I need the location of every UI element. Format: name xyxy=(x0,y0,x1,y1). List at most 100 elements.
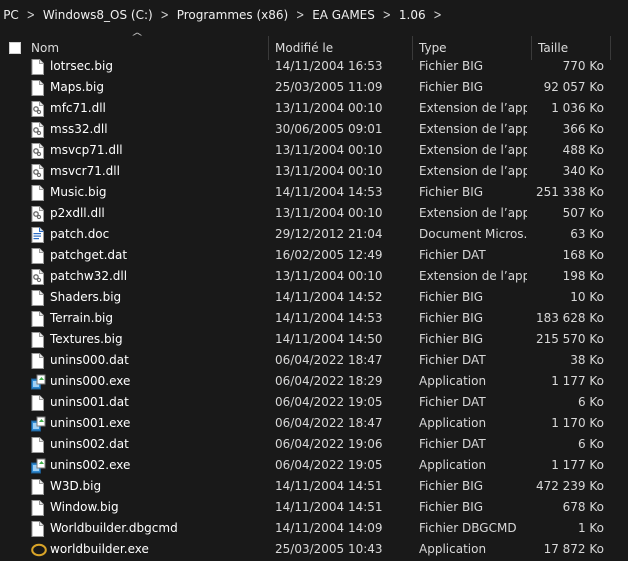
file-size: 10 Ko xyxy=(570,290,604,304)
file-icon xyxy=(31,332,44,348)
file-modified: 14/11/2004 14:51 xyxy=(275,479,383,493)
dll-icon xyxy=(31,143,44,159)
dll-icon xyxy=(31,122,44,138)
file-row[interactable]: unins000.exe 06/04/2022 18:29 Application 1… xyxy=(0,371,628,392)
file-row[interactable]: Terrain.big 14/11/2004 14:53 Fichier BIG 18… xyxy=(0,308,628,329)
file-row[interactable]: Maps.big 25/03/2005 11:09 Fichier BIG 92 05… xyxy=(0,77,628,98)
file-row[interactable]: unins002.exe 06/04/2022 19:05 Application 1… xyxy=(0,455,628,476)
file-icon xyxy=(31,437,44,453)
file-name: msvcr71.dll xyxy=(50,164,120,178)
file-row[interactable]: Shaders.big 14/11/2004 14:52 Fichier BIG 10… xyxy=(0,287,628,308)
select-all-checkbox[interactable] xyxy=(9,42,21,54)
file-type: Fichier DAT xyxy=(419,395,486,409)
file-size: 340 Ko xyxy=(562,164,604,178)
file-modified: 14/11/2004 14:52 xyxy=(275,290,383,304)
dll-icon xyxy=(31,101,44,117)
file-type: Application xyxy=(419,542,487,556)
file-row[interactable]: worldbuilder.exe 25/03/2005 10:43 Applicat… xyxy=(0,539,628,560)
file-modified: 06/04/2022 18:47 xyxy=(275,416,383,430)
file-type: Extension de l’app... xyxy=(419,122,527,136)
chevron-right-icon[interactable]: > xyxy=(288,8,312,22)
chevron-right-icon[interactable]: > xyxy=(19,8,43,22)
breadcrumb-item[interactable]: e PC xyxy=(0,8,19,22)
file-modified: 06/04/2022 18:47 xyxy=(275,353,383,367)
file-icon xyxy=(31,80,44,96)
file-modified: 25/03/2005 11:09 xyxy=(275,80,383,94)
file-icon xyxy=(31,395,44,411)
file-row[interactable]: W3D.big 14/11/2004 14:51 Fichier BIG 472 23… xyxy=(0,476,628,497)
file-type: Fichier DAT xyxy=(419,437,486,451)
file-modified: 25/03/2005 10:43 xyxy=(275,542,383,556)
file-row[interactable]: mfc71.dll 13/11/2004 00:10 Extension de l’… xyxy=(0,98,628,119)
file-size: 92 057 Ko xyxy=(543,80,604,94)
installer-icon xyxy=(31,374,46,390)
file-type: Fichier BIG xyxy=(419,290,484,304)
file-icon xyxy=(31,521,44,537)
column-header-size-label: Taille xyxy=(538,41,569,55)
breadcrumb-item[interactable]: Windows8_OS (C:) xyxy=(43,8,153,22)
file-row[interactable]: mss32.dll 30/06/2005 09:01 Extension de l’… xyxy=(0,119,628,140)
file-icon xyxy=(31,290,44,306)
file-type: Fichier BIG xyxy=(419,332,484,346)
file-row[interactable]: patch.doc 29/12/2012 21:04 Document Micros… xyxy=(0,224,628,245)
file-name: Window.big xyxy=(50,500,119,514)
file-name: W3D.big xyxy=(50,479,102,493)
installer-icon xyxy=(31,416,46,432)
chevron-right-icon[interactable]: > xyxy=(153,8,177,22)
breadcrumb: e PC>Windows8_OS (C:)>Programmes (x86)>E… xyxy=(0,0,628,30)
file-size: 1 Ko xyxy=(577,521,604,535)
file-name: Terrain.big xyxy=(50,311,114,325)
file-row[interactable]: lotrsec.big 14/11/2004 16:53 Fichier BIG 77… xyxy=(0,56,628,77)
breadcrumb-item[interactable]: EA GAMES xyxy=(312,8,375,22)
file-row[interactable]: unins000.dat 06/04/2022 18:47 Fichier DAT 3… xyxy=(0,350,628,371)
breadcrumb-item[interactable]: Programmes (x86) xyxy=(177,8,289,22)
dll-icon xyxy=(31,206,44,222)
chevron-right-icon[interactable]: > xyxy=(426,8,450,22)
file-name: unins000.exe xyxy=(50,374,131,388)
file-name: Music.big xyxy=(50,185,107,199)
file-type: Fichier BIG xyxy=(419,479,484,493)
file-row[interactable]: msvcp71.dll 13/11/2004 00:10 Extension de … xyxy=(0,140,628,161)
file-modified: 14/11/2004 14:09 xyxy=(275,521,383,535)
file-type: Extension de l’app... xyxy=(419,269,527,283)
column-header-name-label: Nom xyxy=(31,41,60,55)
file-size: 6 Ko xyxy=(577,395,604,409)
file-icon xyxy=(31,311,44,327)
file-row[interactable]: msvcr71.dll 13/11/2004 00:10 Extension de … xyxy=(0,161,628,182)
file-row[interactable]: Window.big 14/11/2004 14:51 Fichier BIG 678… xyxy=(0,497,628,518)
file-row[interactable]: unins001.dat 06/04/2022 19:05 Fichier DAT 6… xyxy=(0,392,628,413)
file-type: Application xyxy=(419,416,487,430)
file-modified: 14/11/2004 14:53 xyxy=(275,311,383,325)
file-modified: 06/04/2022 19:05 xyxy=(275,458,383,472)
file-row[interactable]: unins002.dat 06/04/2022 19:06 Fichier DAT 6… xyxy=(0,434,628,455)
file-name: unins001.exe xyxy=(50,416,131,430)
file-type: Fichier DBGCMD xyxy=(419,521,517,535)
file-row[interactable]: patchw32.dll 13/11/2004 00:10 Extension de… xyxy=(0,266,628,287)
file-modified: 06/04/2022 19:06 xyxy=(275,437,383,451)
file-row[interactable]: Music.big 14/11/2004 14:53 Fichier BIG 251 … xyxy=(0,182,628,203)
file-size: 678 Ko xyxy=(562,500,604,514)
installer-icon xyxy=(31,458,46,474)
file-modified: 13/11/2004 00:10 xyxy=(275,101,383,115)
file-row[interactable]: Worldbuilder.dbgcmd 14/11/2004 14:09 Fichi… xyxy=(0,518,628,539)
file-name: unins002.exe xyxy=(50,458,131,472)
file-row[interactable]: p2xdll.dll 13/11/2004 00:10 Extension de l… xyxy=(0,203,628,224)
file-size: 215 570 Ko xyxy=(535,332,604,346)
file-icon xyxy=(31,353,44,369)
file-size: 63 Ko xyxy=(570,227,604,241)
file-row[interactable]: patchget.dat 16/02/2005 12:49 Fichier DAT 1… xyxy=(0,245,628,266)
file-size: 770 Ko xyxy=(562,59,604,73)
file-size: 366 Ko xyxy=(562,122,604,136)
file-type: Application xyxy=(419,374,487,388)
file-name: mfc71.dll xyxy=(50,101,106,115)
file-row[interactable]: Textures.big 14/11/2004 14:50 Fichier BIG 2… xyxy=(0,329,628,350)
file-modified: 13/11/2004 00:10 xyxy=(275,164,383,178)
breadcrumb-item[interactable]: 1.06 xyxy=(399,8,426,22)
dll-icon xyxy=(31,269,44,285)
file-size: 183 628 Ko xyxy=(535,311,604,325)
chevron-right-icon[interactable]: > xyxy=(375,8,399,22)
file-modified: 13/11/2004 00:10 xyxy=(275,206,383,220)
file-icon xyxy=(31,479,44,495)
file-row[interactable]: unins001.exe 06/04/2022 18:47 Application 1… xyxy=(0,413,628,434)
file-icon xyxy=(31,500,44,516)
